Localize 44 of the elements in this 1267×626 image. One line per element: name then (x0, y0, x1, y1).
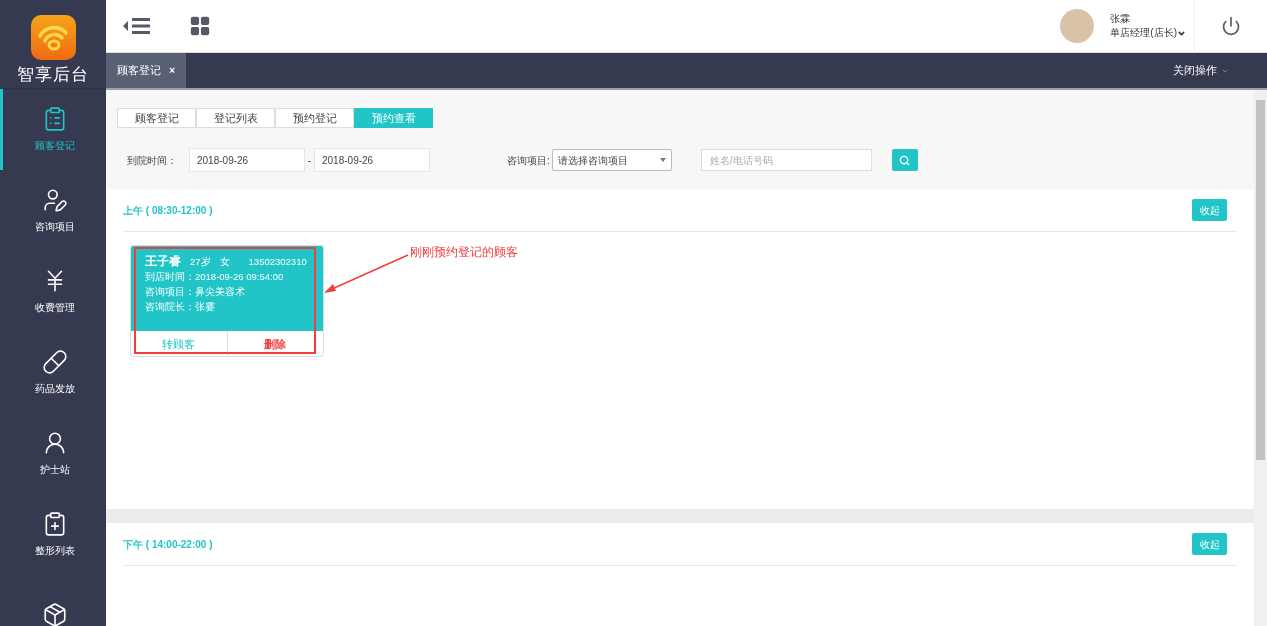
date-from-field[interactable]: 2018-09-26 (189, 148, 305, 172)
customer-gender: 女 (219, 255, 230, 269)
date-separator: - (306, 153, 313, 168)
package-icon (41, 602, 68, 626)
date-to-field[interactable]: 2018-09-26 (314, 148, 430, 172)
brand-name: 智享后台 (17, 64, 89, 86)
menu-collapse-icon[interactable] (123, 17, 151, 35)
annotation-text: 刚刚预约登记的顾客 (410, 244, 518, 261)
project-select[interactable]: 请选择咨询项目 (551, 149, 672, 171)
section-title: 上午 ( 08:30-12:00 ) (123, 203, 213, 218)
close-menu-dropdown[interactable]: 关闭操作 (1173, 53, 1267, 88)
scrollbar[interactable] (1254, 90, 1267, 626)
sidebar-item[interactable]: 药品发放 (0, 331, 106, 413)
page-tab[interactable]: 顾客登记 × (106, 53, 186, 88)
card-detail: 到店时间：2018-09-26 09:54:00 (145, 270, 285, 284)
search-icon (899, 154, 911, 166)
power-icon[interactable] (1221, 16, 1241, 36)
sidebar-item[interactable]: 收费管理 (0, 250, 106, 332)
sub-tab[interactable]: 预约登记 (275, 108, 354, 128)
sidebar-item[interactable]: 咨询项目 (0, 169, 106, 251)
caret-icon (659, 158, 666, 162)
sub-tab[interactable]: 登记列表 (196, 108, 275, 128)
user-role-dropdown[interactable]: 单店经理(店长) (1110, 26, 1186, 40)
avatar-photo (1060, 9, 1095, 43)
user-pen-icon (41, 186, 68, 213)
arrow-icon (324, 253, 410, 293)
customer-age: 27岁 (190, 255, 211, 269)
card-detail: 咨询院长：张霎 (145, 300, 216, 314)
project-label: 咨询项目: (507, 153, 550, 168)
date-label: 到院时间： (127, 153, 178, 168)
card-detail: 咨询项目：鼻尖美容术 (145, 285, 246, 299)
logo-icon (30, 15, 76, 60)
sidebar-item[interactable]: 整形列表 (0, 493, 106, 575)
customer-name: 王子睿 (145, 254, 181, 269)
pill-icon (41, 348, 68, 375)
sidebar-item[interactable]: 护士站 (0, 412, 106, 494)
section-title: 下午 ( 14:00-22:00 ) (123, 537, 213, 552)
close-icon[interactable]: × (169, 63, 175, 78)
grid-icon[interactable] (189, 15, 211, 37)
search-field[interactable]: 姓名/电话号码 (700, 149, 872, 171)
user-name: 张霖 (1110, 12, 1132, 26)
customer-phone: 13502302310 (248, 255, 307, 269)
delete-button[interactable]: 删除 (227, 331, 323, 356)
sub-tab[interactable]: 顾客登记 (117, 108, 196, 128)
